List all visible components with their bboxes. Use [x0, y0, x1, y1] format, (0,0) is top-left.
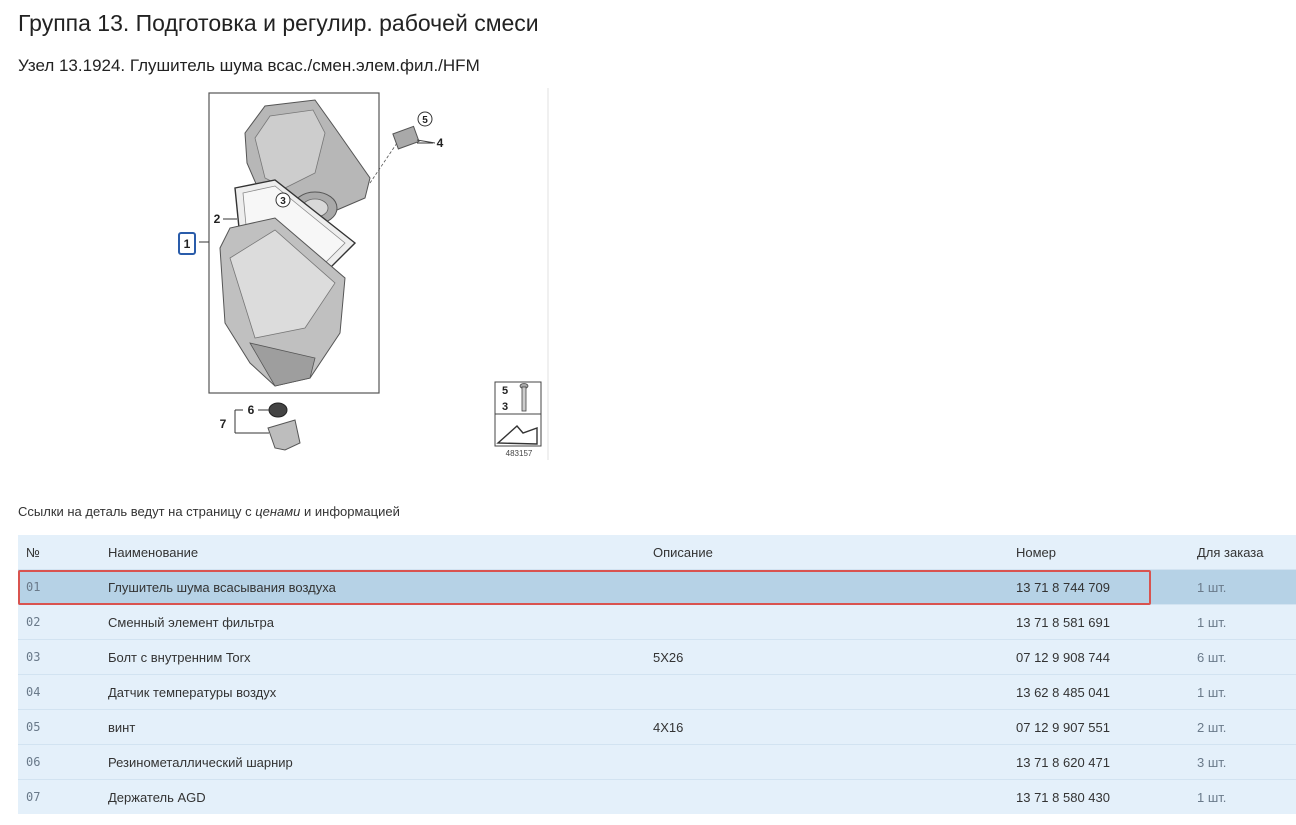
- screw-legend: 5 3 483157: [494, 381, 542, 458]
- part-number[interactable]: 07 12 9 908 744: [1008, 639, 1189, 675]
- caption-emphasis: ценами: [255, 504, 301, 519]
- bracket-drawing: [234, 409, 301, 451]
- column-header-part-number: Номер: [1008, 535, 1189, 570]
- page-title: Группа 13. Подготовка и регулир. рабочей…: [18, 10, 539, 36]
- column-header-name: Наименование: [100, 535, 645, 570]
- callout-7[interactable]: 7: [220, 417, 227, 431]
- caption-text-start: Ссылки на деталь ведут на страницу с: [18, 504, 256, 519]
- part-description: [645, 674, 1008, 710]
- node-title: Узел 13.1924. Глушитель шума всас./смен.…: [18, 56, 480, 75]
- part-number[interactable]: 13 71 8 581 691: [1008, 604, 1189, 640]
- legend-number-5: 5: [502, 385, 508, 397]
- callout-6[interactable]: 6: [248, 403, 255, 417]
- row-number: 04: [18, 674, 100, 710]
- row-number: 03: [18, 639, 100, 675]
- part-description: [645, 604, 1008, 640]
- price-links-note: Ссылки на деталь ведут на страницу с цен…: [18, 504, 400, 519]
- column-header-description: Описание: [645, 535, 1008, 570]
- callout-5[interactable]: 5: [422, 115, 428, 126]
- callout-4[interactable]: 4: [437, 136, 444, 150]
- order-quantity: 1 шт.: [1189, 674, 1296, 710]
- row-number: 01: [18, 569, 100, 605]
- callout-2[interactable]: 2: [214, 212, 221, 226]
- parts-diagram: 1 2 3 4 5 6 7 5 3 483157: [165, 88, 555, 463]
- part-name-link[interactable]: Сменный элемент фильтра: [100, 604, 645, 640]
- order-quantity: 3 шт.: [1189, 744, 1296, 780]
- part-name-link[interactable]: Датчик температуры воздух: [100, 674, 645, 710]
- part-description: 5X26: [645, 639, 1008, 675]
- part-number[interactable]: 13 71 8 744 709: [1008, 569, 1189, 605]
- grommet-drawing: [258, 402, 288, 418]
- table-row[interactable]: 04 Датчик температуры воздух 13 62 8 485…: [18, 674, 1296, 710]
- part-description: [645, 569, 1008, 605]
- part-number[interactable]: 13 71 8 580 430: [1008, 779, 1189, 814]
- part-name-link[interactable]: Резинометаллический шарнир: [100, 744, 645, 780]
- row-number: 02: [18, 604, 100, 640]
- column-header-num: №: [18, 535, 100, 570]
- table-row[interactable]: 07 Держатель AGD 13 71 8 580 430 1 шт.: [18, 779, 1296, 814]
- table-row[interactable]: 02 Сменный элемент фильтра 13 71 8 581 6…: [18, 604, 1296, 640]
- row-number: 05: [18, 709, 100, 745]
- part-name-link[interactable]: Держатель AGD: [100, 779, 645, 814]
- table-row[interactable]: 05 винт 4X16 07 12 9 907 551 2 шт.: [18, 709, 1296, 745]
- callout-3[interactable]: 3: [280, 196, 286, 207]
- table-row[interactable]: 06 Резинометаллический шарнир 13 71 8 62…: [18, 744, 1296, 780]
- order-quantity: 6 шт.: [1189, 639, 1296, 675]
- part-name-link[interactable]: винт: [100, 709, 645, 745]
- part-description: 4X16: [645, 709, 1008, 745]
- order-quantity: 2 шт.: [1189, 709, 1296, 745]
- row-number: 06: [18, 744, 100, 780]
- part-number[interactable]: 13 62 8 485 041: [1008, 674, 1189, 710]
- order-quantity: 1 шт.: [1189, 604, 1296, 640]
- parts-table: № Наименование Описание Номер Для заказа…: [18, 535, 1296, 814]
- row-number: 07: [18, 779, 100, 814]
- table-row[interactable]: 03 Болт с внутренним Torx 5X26 07 12 9 9…: [18, 639, 1296, 675]
- part-number[interactable]: 07 12 9 907 551: [1008, 709, 1189, 745]
- part-description: [645, 779, 1008, 814]
- table-header-row: № Наименование Описание Номер Для заказа: [18, 535, 1296, 570]
- order-quantity: 1 шт.: [1189, 779, 1296, 814]
- part-name-link[interactable]: Глушитель шума всасывания воздуха: [100, 569, 645, 605]
- diagram-image-id: 483157: [506, 449, 533, 458]
- part-number[interactable]: 13 71 8 620 471: [1008, 744, 1189, 780]
- caption-text-end: и информацией: [300, 504, 400, 519]
- order-quantity: 1 шт.: [1189, 569, 1296, 605]
- table-row-selected[interactable]: 01 Глушитель шума всасывания воздуха 13 …: [18, 569, 1296, 605]
- column-header-order-qty: Для заказа: [1189, 535, 1296, 570]
- callout-1[interactable]: 1: [184, 237, 191, 251]
- part-name-link[interactable]: Болт с внутренним Torx: [100, 639, 645, 675]
- legend-number-3: 3: [502, 401, 508, 413]
- part-description: [645, 744, 1008, 780]
